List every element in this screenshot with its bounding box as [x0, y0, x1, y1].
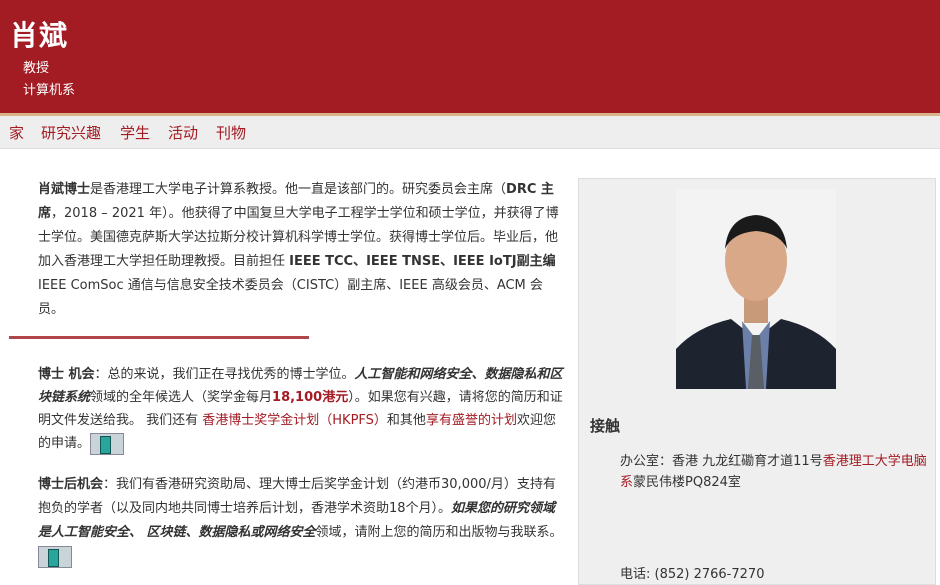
- phd-paragraph: 博士 机会：总的来说，我们正在寻找优秀的博士学位。人工智能和网络安全、数据隐私和…: [38, 363, 566, 455]
- site-header: 肖斌 教授 计算机系: [0, 0, 940, 113]
- professor-title: 教授: [23, 61, 50, 76]
- office-prefix: 办公室：香港 九龙红磡育才道11号: [620, 454, 823, 469]
- profile-photo: [676, 189, 836, 389]
- phd-text-2: 领域的全年候选人（奖学金每月: [90, 390, 273, 405]
- department: 计算机系: [23, 83, 76, 98]
- phd-text-4: 和其他: [386, 413, 426, 428]
- bio-ieee: IEEE TCC、IEEE TNSE、IEEE IoTJ副主编: [289, 254, 556, 269]
- nav-research[interactable]: 研究兴趣: [41, 122, 101, 143]
- schemes-link[interactable]: 享有盛誉的计划: [426, 413, 517, 428]
- door-icon[interactable]: [38, 545, 72, 568]
- postdoc-paragraph: 博士后机会：我们有香港研究资助局、理大博士后奖学金计划（约港币30,000/月）…: [38, 473, 566, 569]
- phone-number: 电话: (852) 2766-7270: [620, 567, 765, 582]
- bio-paragraph: 肖斌博士是香港理工大学电子计算系教授。他一直是该部门的。研究委员会主席（DRC …: [38, 178, 568, 322]
- nav-activities[interactable]: 活动: [168, 122, 198, 143]
- contact-sidebar: 接触 办公室：香港 九龙红磡育才道11号香港理工大学电脑系蒙民伟楼PQ824室 …: [578, 178, 936, 585]
- section-divider: [9, 336, 309, 339]
- phd-label: 博士 机会: [38, 367, 95, 382]
- bio-text-3: IEEE ComSoc 通信与信息安全技术委员会（CISTC）副主席、IEEE …: [38, 278, 543, 317]
- door-icon[interactable]: [90, 432, 125, 455]
- professor-name: 肖斌: [10, 19, 69, 52]
- nav-bar: 家 研究兴趣 学生 活动 刊物: [0, 116, 940, 149]
- nav-students[interactable]: 学生: [120, 122, 150, 143]
- office-address: 办公室：香港 九龙红磡育才道11号香港理工大学电脑系蒙民伟楼PQ824室: [620, 451, 932, 493]
- bio-text-1: 是香港理工大学电子计算系教授。他一直是该部门的。研究委员会主席（: [90, 182, 507, 197]
- bio-name: 肖斌博士: [38, 182, 91, 197]
- postdoc-label: 博士后机会: [38, 477, 104, 492]
- phd-amount: 18,100港元: [272, 390, 349, 405]
- nav-publications[interactable]: 刊物: [216, 122, 246, 143]
- postdoc-text-2: 领域，请附上您的简历和出版物与我联系。: [315, 525, 563, 540]
- office-suffix: 蒙民伟楼PQ824室: [633, 475, 741, 490]
- nav-home[interactable]: 家: [9, 122, 24, 143]
- phd-text-1: ：总的来说，我们正在寻找优秀的博士学位。: [94, 367, 355, 382]
- hkpfs-link[interactable]: 香港博士奖学金计划（HKPFS）: [202, 413, 387, 428]
- contact-heading: 接触: [590, 417, 621, 435]
